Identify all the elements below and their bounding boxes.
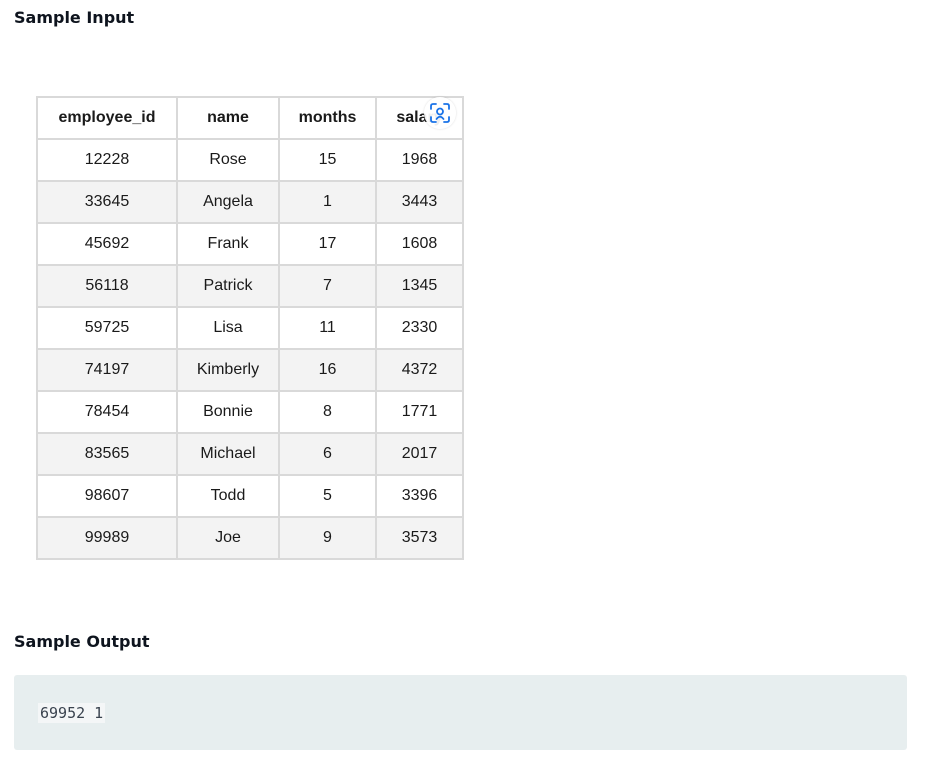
table-cell-name: Rose [176, 138, 280, 182]
sample-output-box: 69952 1 [14, 675, 907, 750]
table-cell-salary: 2017 [375, 432, 464, 476]
table-cell-months: 5 [278, 474, 377, 518]
table-cell-months: 6 [278, 432, 377, 476]
table-row: 33645 Angela 1 3443 [36, 180, 464, 224]
table-cell-salary: 3443 [375, 180, 464, 224]
table-cell-salary: 3396 [375, 474, 464, 518]
table-cell-salary: 2330 [375, 306, 464, 350]
table-row: 45692 Frank 17 1608 [36, 222, 464, 266]
table-cell-months: 15 [278, 138, 377, 182]
table-row: 12228 Rose 15 1968 [36, 138, 464, 182]
table-cell-name: Lisa [176, 306, 280, 350]
table-cell-employee-id: 74197 [36, 348, 178, 392]
table-row: 56118 Patrick 7 1345 [36, 264, 464, 308]
table-cell-employee-id: 12228 [36, 138, 178, 182]
lens-scan-icon[interactable] [424, 97, 456, 129]
table-body: 12228 Rose 15 1968 33645 Angela 1 3443 45692 Fran… [36, 138, 464, 560]
table-cell-name: Bonnie [176, 390, 280, 434]
table-cell-employee-id: 56118 [36, 264, 178, 308]
table-row: 74197 Kimberly 16 4372 [36, 348, 464, 392]
table-cell-name: Frank [176, 222, 280, 266]
table-cell-salary: 3573 [375, 516, 464, 560]
column-header-months: months [278, 96, 377, 140]
table-cell-employee-id: 59725 [36, 306, 178, 350]
table-cell-salary: 1968 [375, 138, 464, 182]
table-cell-employee-id: 83565 [36, 432, 178, 476]
table-cell-months: 8 [278, 390, 377, 434]
table-cell-name: Joe [176, 516, 280, 560]
table-cell-name: Kimberly [176, 348, 280, 392]
table-cell-employee-id: 99989 [36, 516, 178, 560]
table-cell-months: 11 [278, 306, 377, 350]
table-cell-salary: 1771 [375, 390, 464, 434]
table-cell-months: 1 [278, 180, 377, 224]
table-cell-salary: 4372 [375, 348, 464, 392]
table-row: 99989 Joe 9 3573 [36, 516, 464, 560]
table-cell-employee-id: 45692 [36, 222, 178, 266]
table-cell-months: 16 [278, 348, 377, 392]
table-cell-months: 7 [278, 264, 377, 308]
table-header-row: employee_id name months salary [36, 96, 464, 140]
table-cell-employee-id: 78454 [36, 390, 178, 434]
table-cell-name: Patrick [176, 264, 280, 308]
table-row: 83565 Michael 6 2017 [36, 432, 464, 476]
sample-input-table-container: employee_id name months salary 12228 Rose… [36, 96, 464, 560]
table-cell-months: 17 [278, 222, 377, 266]
table-row: 59725 Lisa 11 2330 [36, 306, 464, 350]
table-row: 98607 Todd 5 3396 [36, 474, 464, 518]
sample-input-table: employee_id name months salary 12228 Rose… [36, 96, 464, 560]
sample-input-heading: Sample Input [14, 8, 135, 27]
sample-output-text: 69952 1 [38, 703, 106, 723]
table-cell-employee-id: 33645 [36, 180, 178, 224]
table-cell-employee-id: 98607 [36, 474, 178, 518]
lens-scan-glyph [430, 103, 450, 123]
table-row: 78454 Bonnie 8 1771 [36, 390, 464, 434]
table-cell-name: Todd [176, 474, 280, 518]
table-cell-salary: 1345 [375, 264, 464, 308]
sample-output-heading: Sample Output [14, 632, 150, 651]
column-header-employee-id: employee_id [36, 96, 178, 140]
table-cell-salary: 1608 [375, 222, 464, 266]
table-cell-name: Angela [176, 180, 280, 224]
column-header-name: name [176, 96, 280, 140]
table-cell-months: 9 [278, 516, 377, 560]
table-cell-name: Michael [176, 432, 280, 476]
